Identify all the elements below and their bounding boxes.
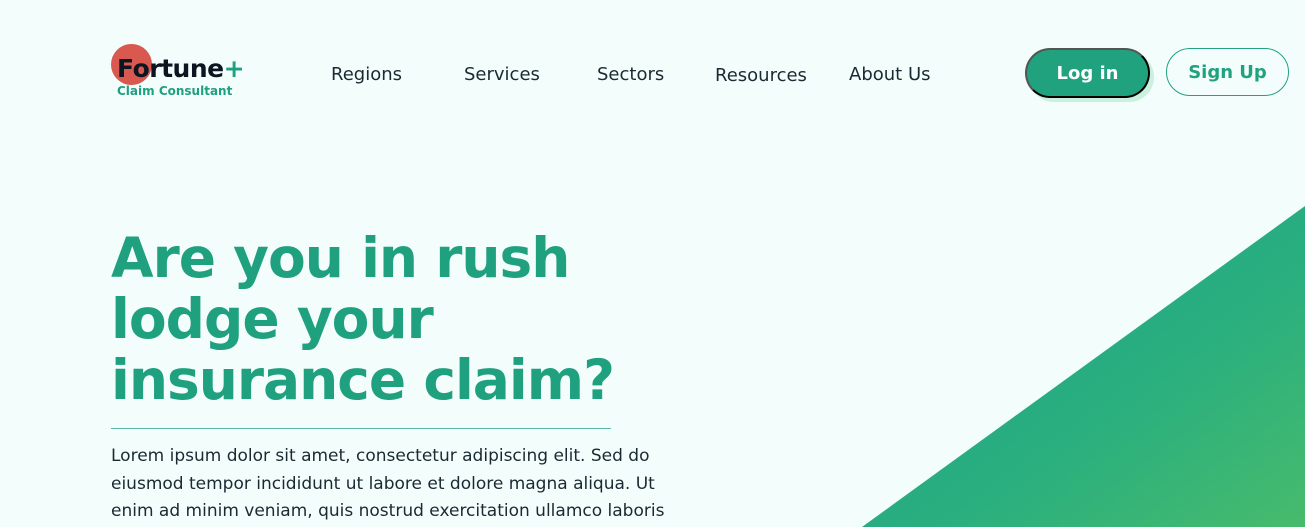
- nav-link-about-us[interactable]: About Us: [849, 64, 931, 86]
- hero-description: Lorem ipsum dolor sit amet, consectetur …: [111, 443, 665, 526]
- login-button[interactable]: Log in: [1025, 48, 1150, 98]
- hero-description-line: enim ad minim veniam, quis nostrud exerc…: [111, 501, 665, 521]
- logo-subtitle: Claim Consultant: [117, 84, 233, 98]
- nav-link-sectors[interactable]: Sectors: [597, 64, 664, 86]
- hero-title-line: insurance claim?: [111, 348, 615, 412]
- nav-link-services[interactable]: Services: [464, 64, 540, 86]
- landing-page: Fortune+ Claim Consultant Regions Servic…: [0, 0, 1305, 527]
- logo-wordmark-name: Fortune: [117, 54, 224, 83]
- hero-divider: [111, 428, 611, 429]
- logo-wordmark: Fortune+: [117, 54, 245, 83]
- brand-logo[interactable]: Fortune+ Claim Consultant: [111, 44, 261, 104]
- logo-plus-sign: +: [223, 54, 245, 83]
- hero-title: Are you in rush lodge your insurance cla…: [111, 228, 671, 411]
- signup-button[interactable]: Sign Up: [1166, 48, 1289, 96]
- hero-title-line: lodge your: [111, 287, 434, 351]
- hero-description-line: eiusmod tempor incididunt ut labore et d…: [111, 473, 655, 494]
- nav-link-resources[interactable]: Resources: [715, 65, 807, 87]
- hero-title-line: Are you in rush: [111, 226, 570, 290]
- nav-link-regions[interactable]: Regions: [331, 64, 402, 86]
- hero-description-line: Lorem ipsum dolor sit amet, consectetur …: [111, 446, 650, 466]
